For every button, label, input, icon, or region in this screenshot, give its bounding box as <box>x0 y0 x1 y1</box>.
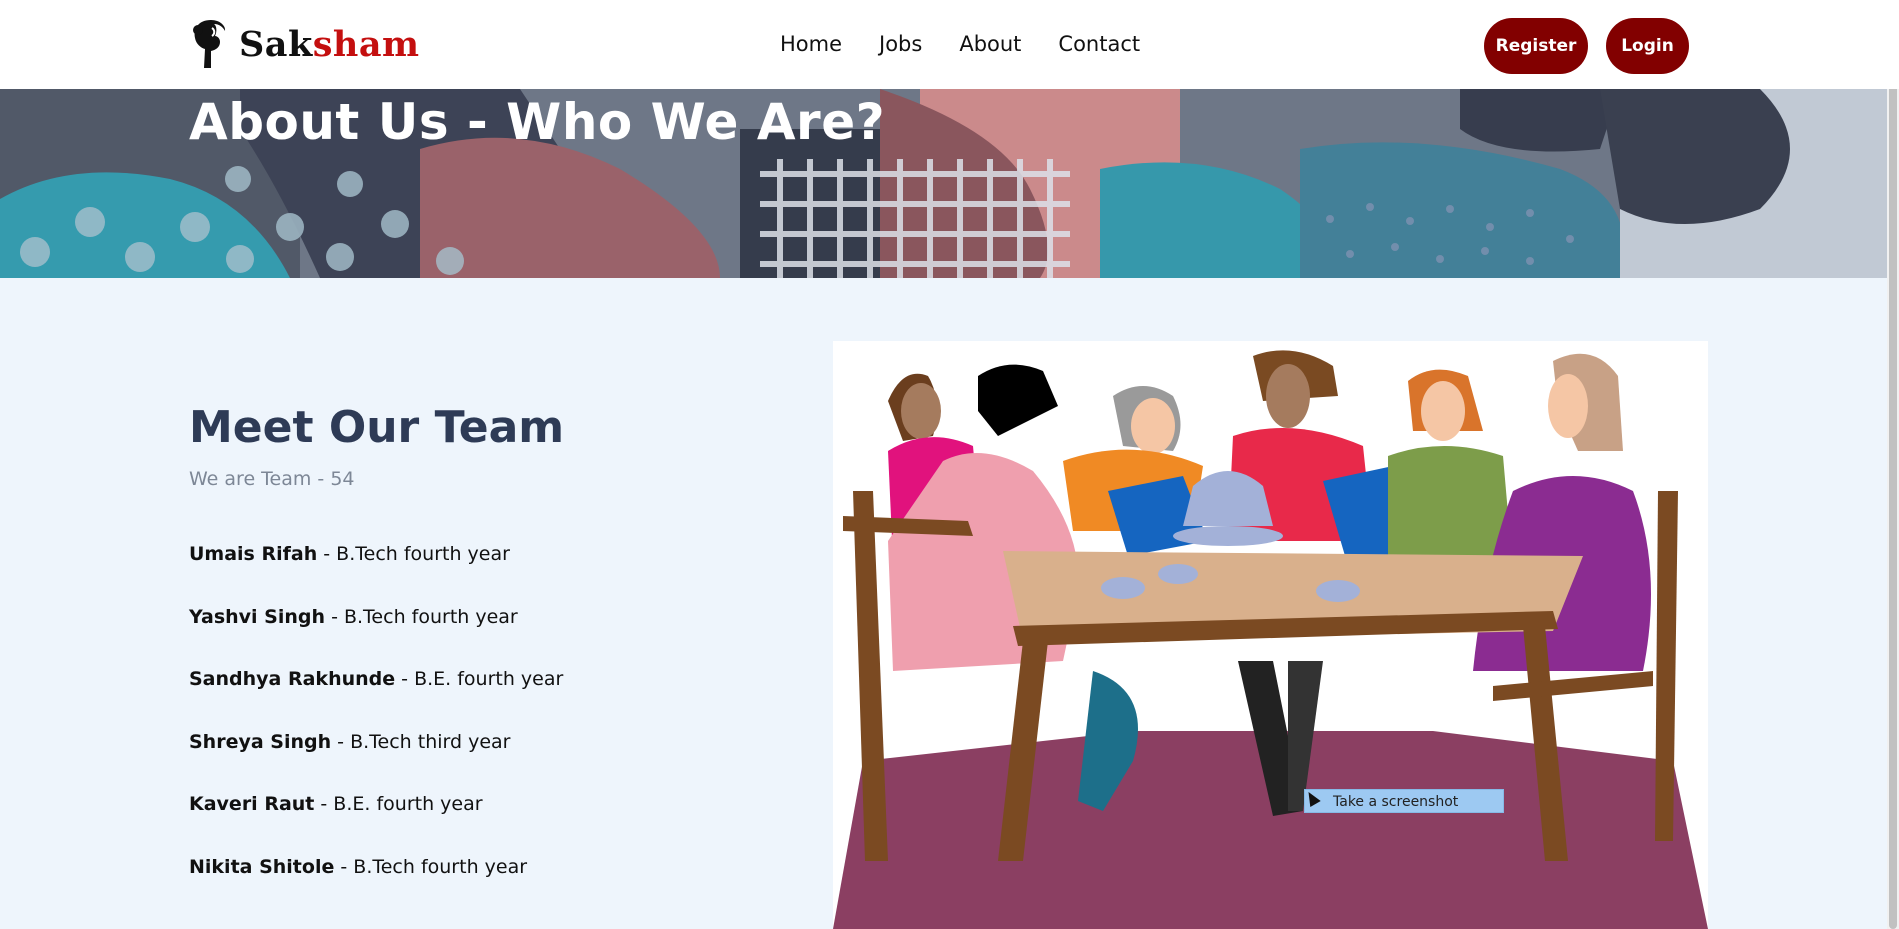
team-member: Kaveri Raut - B.E. fourth year <box>189 793 483 815</box>
member-detail: - B.Tech fourth year <box>317 543 510 565</box>
login-button[interactable]: Login <box>1606 18 1689 74</box>
page-title: About Us - Who We Are? <box>189 93 886 151</box>
member-name: Sandhya Rakhunde <box>189 668 396 690</box>
member-name: Umais Rifah <box>189 543 318 565</box>
member-detail: - B.Tech fourth year <box>334 856 528 878</box>
scrollbar-thumb[interactable] <box>1889 0 1897 929</box>
brand-logo[interactable]: Saksham <box>189 16 420 72</box>
member-detail: - B.Tech third year <box>331 731 511 753</box>
team-member: Shreya Singh - B.Tech third year <box>189 731 510 753</box>
register-button[interactable]: Register <box>1484 18 1588 74</box>
team-subtitle: We are Team - 54 <box>189 468 355 490</box>
team-member: Sandhya Rakhunde - B.E. fourth year <box>189 668 563 690</box>
brand-name: Saksham <box>239 23 420 65</box>
women-tea-table-image <box>833 341 1708 929</box>
navbar: Saksham Home Jobs About Contact Register… <box>0 0 1899 89</box>
team-illustration <box>833 341 1708 929</box>
team-member: Yashvi Singh - B.Tech fourth year <box>189 606 518 628</box>
hero-banner: About Us - Who We Are? <box>0 89 1899 278</box>
member-detail: - B.E. fourth year <box>314 793 483 815</box>
member-name: Yashvi Singh <box>189 606 326 628</box>
nav-about[interactable]: About <box>959 32 1021 56</box>
team-member: Nikita Shitole - B.Tech fourth year <box>189 856 527 878</box>
team-heading: Meet Our Team <box>189 402 565 453</box>
nav-contact[interactable]: Contact <box>1058 32 1140 56</box>
main-nav: Home Jobs About Contact <box>780 32 1177 56</box>
woman-silhouette-icon <box>193 20 226 68</box>
team-member: Umais Rifah - B.Tech fourth year <box>189 543 510 565</box>
nav-jobs[interactable]: Jobs <box>879 32 922 56</box>
nav-home[interactable]: Home <box>780 32 842 56</box>
member-name: Shreya Singh <box>189 731 332 753</box>
member-name: Kaveri Raut <box>189 793 315 815</box>
screenshot-tooltip[interactable]: Take a screenshot <box>1304 789 1504 813</box>
member-detail: - B.E. fourth year <box>395 668 564 690</box>
member-detail: - B.Tech fourth year <box>325 606 518 628</box>
page-scrollbar[interactable] <box>1887 0 1899 929</box>
member-name: Nikita Shitole <box>189 856 335 878</box>
